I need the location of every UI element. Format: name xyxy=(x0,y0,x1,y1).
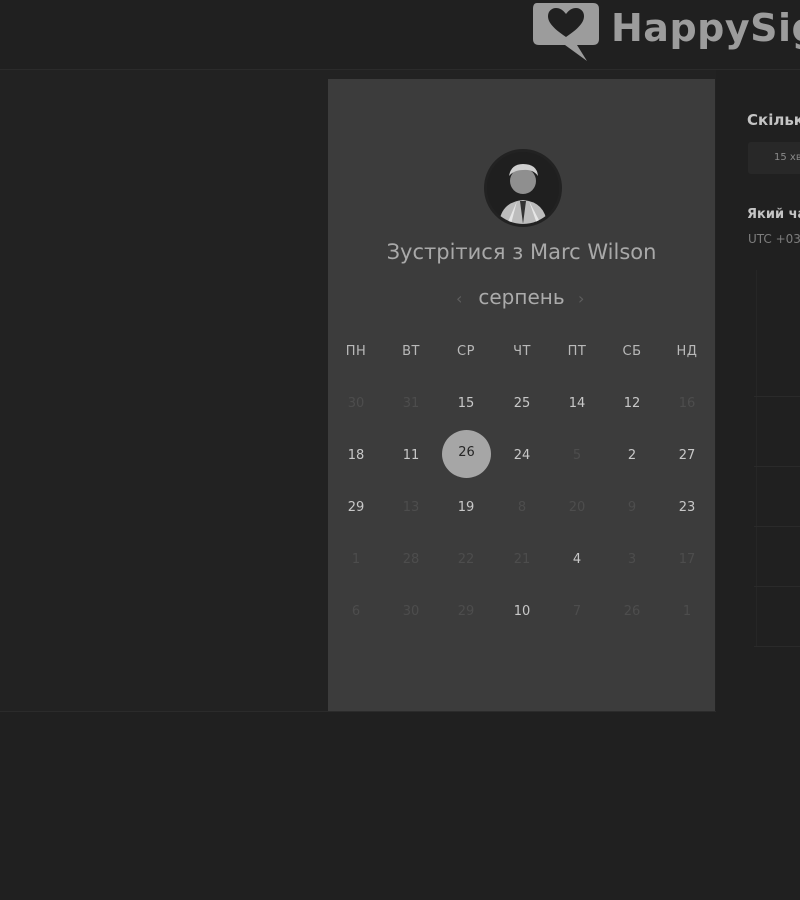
weekday-1: ПН xyxy=(345,344,367,359)
calendar-day-unavailable: 31 xyxy=(402,396,420,411)
logo-text: HappySig xyxy=(611,6,800,50)
user-portrait-icon xyxy=(487,152,559,224)
calendar-day-available[interactable]: 4 xyxy=(552,552,602,568)
meeting-title: Зустрітися з Marc Wilson xyxy=(386,240,657,264)
duration-label: Скільки xyxy=(747,111,800,129)
calendar-day-unavailable: 30 xyxy=(347,396,365,411)
speech-heart-icon xyxy=(533,3,599,61)
weekday-6: СБ xyxy=(622,344,642,359)
time-slot-divider xyxy=(754,586,800,587)
calendar-day-unavailable: 20 xyxy=(568,500,586,515)
duration-value: 15 хв xyxy=(774,152,800,163)
top-bar: HappySig xyxy=(0,0,800,70)
logo[interactable]: HappySig xyxy=(531,0,800,64)
calendar-day-available[interactable]: 2 xyxy=(607,448,657,464)
chevron-right-icon[interactable]: › xyxy=(578,289,584,308)
time-slot-divider xyxy=(754,396,800,397)
calendar-day-unavailable: 17 xyxy=(678,552,696,567)
time-slot-divider xyxy=(754,646,800,647)
weekday-7: НД xyxy=(676,344,698,359)
calendar-day-unavailable: 5 xyxy=(572,448,582,463)
calendar-day-available[interactable]: 14 xyxy=(552,396,602,412)
selected-day-label: 26 xyxy=(458,445,475,460)
calendar-day-unavailable: 26 xyxy=(623,604,641,619)
calendar-day-available[interactable]: 18 xyxy=(331,448,381,464)
weekday-3: СР xyxy=(457,344,475,359)
calendar-day-available[interactable]: 24 xyxy=(497,448,547,464)
time-slot-divider xyxy=(754,466,800,467)
calendar-day-unavailable: 28 xyxy=(402,552,420,567)
calendar-day-available[interactable]: 27 xyxy=(662,448,712,464)
calendar-day-unavailable: 1 xyxy=(351,552,361,567)
calendar-day-unavailable: 1 xyxy=(682,604,692,619)
calendar-day-available[interactable]: 10 xyxy=(497,604,547,620)
calendar-day-available[interactable]: 19 xyxy=(441,500,491,516)
calendar-day-unavailable: 13 xyxy=(402,500,420,515)
time-slots-area xyxy=(756,270,800,646)
weekday-4: ЧТ xyxy=(513,344,531,359)
weekday-5: ПТ xyxy=(567,344,587,359)
duration-select[interactable]: 15 хв xyxy=(748,142,800,174)
calendar-day-unavailable: 3 xyxy=(627,552,637,567)
booking-options-panel: Скільки 15 хв Який ча UTC +03 xyxy=(716,70,800,712)
calendar-day-unavailable: 22 xyxy=(457,552,475,567)
time-slot-divider xyxy=(754,526,800,527)
calendar-day-available[interactable]: 25 xyxy=(497,396,547,412)
divider xyxy=(0,711,800,712)
month-navigation: ‹ серпень › xyxy=(328,285,715,315)
calendar-day-available[interactable]: 15 xyxy=(441,396,491,412)
calendar-day-unavailable: 16 xyxy=(678,396,696,411)
calendar-day-unavailable: 8 xyxy=(517,500,527,515)
time-label: Який ча xyxy=(747,207,800,222)
calendar-day-available[interactable]: 29 xyxy=(331,500,381,516)
calendar-day-unavailable: 29 xyxy=(457,604,475,619)
month-label: серпень xyxy=(478,285,565,309)
selected-day[interactable]: 26 xyxy=(442,430,491,478)
calendar-day-available[interactable]: 23 xyxy=(662,500,712,516)
calendar-day-available[interactable]: 12 xyxy=(607,396,657,412)
timezone-label: UTC +03 xyxy=(748,232,800,246)
calendar-day-unavailable: 21 xyxy=(513,552,531,567)
calendar-day-unavailable: 30 xyxy=(402,604,420,619)
page: HappySig Зустрітися з Marc Wilson ‹ серп… xyxy=(0,0,800,900)
calendar-day-available[interactable]: 11 xyxy=(386,448,436,464)
weekday-2: ВТ xyxy=(402,344,420,359)
calendar-day-unavailable: 6 xyxy=(351,604,361,619)
avatar xyxy=(484,149,562,227)
calendar-day-unavailable: 9 xyxy=(627,500,637,515)
calendar-day-unavailable: 7 xyxy=(572,604,582,619)
